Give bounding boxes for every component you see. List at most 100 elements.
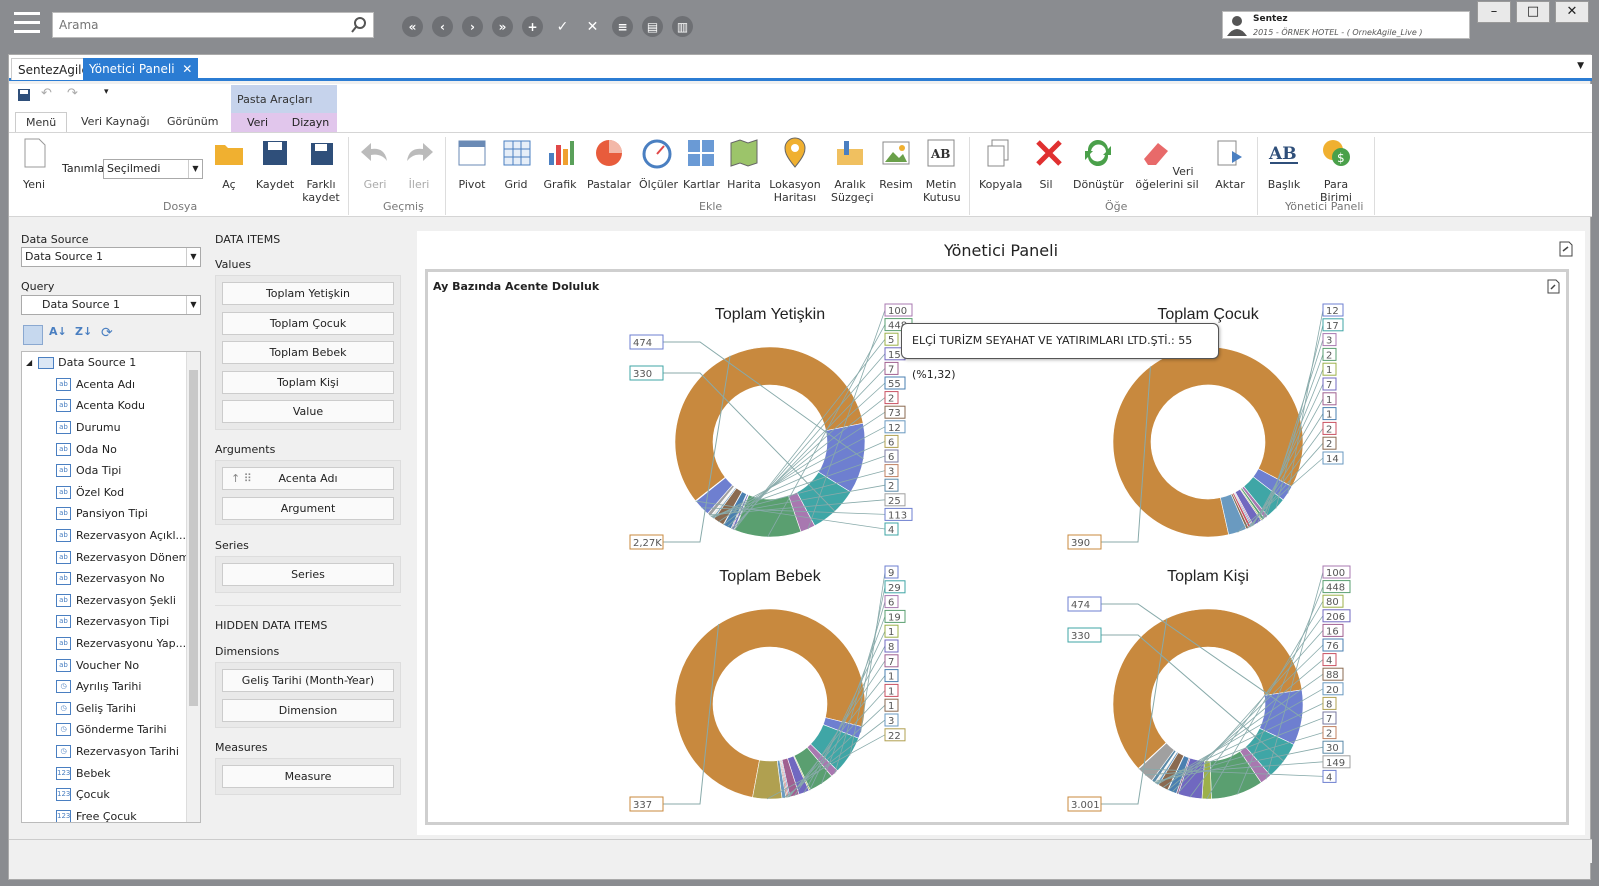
- field-item[interactable]: ab Acenta Adı: [22, 374, 200, 396]
- trash-icon[interactable]: ▥: [672, 16, 693, 37]
- field-item[interactable]: ab Durumu: [22, 417, 200, 439]
- field-item[interactable]: ab Pansiyon Tipi: [22, 503, 200, 525]
- refresh-icon[interactable]: ⟳: [101, 325, 121, 345]
- query-select[interactable]: Data Source 1 ▼: [21, 295, 201, 315]
- tab-veri[interactable]: Veri: [231, 113, 284, 133]
- maximize-icon[interactable]: □: [1516, 1, 1550, 23]
- field-item[interactable]: ab Rezervasyon Şekli: [22, 590, 200, 612]
- field-item[interactable]: 123 Çocuk: [22, 784, 200, 806]
- field-item[interactable]: ◷ Gönderme Tarihi: [22, 719, 200, 741]
- title-button[interactable]: AB Başlık: [1267, 137, 1301, 191]
- data-item-button[interactable]: Series: [222, 563, 394, 586]
- print-icon[interactable]: ▤: [642, 16, 663, 37]
- list-icon[interactable]: ≡: [612, 16, 633, 37]
- field-item[interactable]: ab Oda No: [22, 438, 200, 460]
- sort-icon[interactable]: ↑ ⠿: [231, 468, 252, 489]
- cancel-icon[interactable]: ✕: [582, 16, 603, 37]
- field-item[interactable]: ab Özel Kod: [22, 482, 200, 504]
- tab-dizayn[interactable]: Dizayn: [284, 113, 337, 133]
- data-item-button[interactable]: Toplam Çocuk: [222, 311, 394, 335]
- search-input[interactable]: [53, 13, 333, 37]
- field-item[interactable]: 123 Free Çocuk: [22, 805, 200, 822]
- range-filter-button[interactable]: Aralık Süzgeçi: [831, 137, 874, 204]
- export-icon[interactable]: [1559, 241, 1573, 257]
- add-record-icon[interactable]: +: [522, 16, 543, 37]
- clear-data-items-button[interactable]: Veri öğelerini sil: [1129, 137, 1205, 191]
- minimize-icon[interactable]: –: [1477, 1, 1511, 23]
- scroll-thumb[interactable]: [189, 370, 198, 706]
- map-button[interactable]: Harita: [727, 137, 761, 191]
- previous-record-icon[interactable]: ‹: [432, 16, 453, 37]
- forward-button[interactable]: İleri: [401, 137, 437, 191]
- open-button[interactable]: Aç: [213, 137, 245, 191]
- search-box[interactable]: [52, 12, 374, 38]
- user-info[interactable]: Sentez 2015 - ÖRNEK HOTEL - ( OrnekAgile…: [1222, 11, 1470, 39]
- confirm-icon[interactable]: ✓: [552, 16, 573, 37]
- image-button[interactable]: Resim: [879, 137, 913, 191]
- data-source-select[interactable]: Data Source 1 ▼: [21, 247, 201, 267]
- quick-save-icon[interactable]: [17, 88, 31, 102]
- data-item-button[interactable]: Toplam Kişi: [222, 370, 394, 394]
- field-item[interactable]: ab Rezervasyonu Yap...: [22, 633, 200, 655]
- undo-icon[interactable]: ↶: [41, 86, 52, 101]
- textbox-button[interactable]: AB Metin Kutusu: [923, 137, 961, 204]
- field-item[interactable]: ab Voucher No: [22, 654, 200, 676]
- data-item-button[interactable]: Measure: [222, 765, 394, 788]
- data-item-button[interactable]: Geliş Tarihi (Month-Year): [222, 669, 394, 692]
- save-as-button[interactable]: Farklı kaydet: [301, 137, 341, 204]
- quick-access-dropdown-icon[interactable]: ▾: [104, 87, 109, 97]
- grid-icon: [503, 140, 531, 166]
- tab-menu[interactable]: Menü: [15, 112, 68, 132]
- data-item-button[interactable]: Toplam Yetişkin: [222, 282, 394, 305]
- pivot-button[interactable]: Pivot: [455, 137, 489, 191]
- chart-button[interactable]: Grafik: [543, 137, 577, 191]
- grid-button[interactable]: Grid: [501, 137, 531, 191]
- delete-button[interactable]: Sil: [1033, 137, 1062, 191]
- field-item[interactable]: ab Rezervasyon Açıkl...: [22, 525, 200, 547]
- data-item-button[interactable]: ↑ ⠿ Acenta Adı: [222, 467, 394, 490]
- redo-icon[interactable]: ↷: [67, 86, 78, 101]
- field-item[interactable]: ◷ Ayrılış Tarihi: [22, 676, 200, 698]
- new-button[interactable]: Yeni: [19, 137, 49, 191]
- tab-gorunum[interactable]: Görünüm: [167, 112, 218, 132]
- hamburger-menu-icon[interactable]: [14, 12, 40, 34]
- gauges-button[interactable]: Ölçüler: [639, 137, 678, 191]
- save-button[interactable]: Kaydet: [255, 137, 295, 191]
- data-item-button[interactable]: Dimension: [222, 698, 394, 722]
- tab-veri-kaynagi[interactable]: Veri Kaynağı: [81, 112, 150, 132]
- sort-za-icon[interactable]: Z↓: [75, 325, 95, 345]
- tree-scrollbar[interactable]: [186, 352, 200, 822]
- last-record-icon[interactable]: »: [492, 16, 513, 37]
- tree-root[interactable]: ◢ Data Source 1: [22, 352, 200, 374]
- data-item-button[interactable]: Toplam Bebek: [222, 341, 394, 364]
- sort-az-icon[interactable]: A↓: [49, 325, 69, 345]
- data-item-button[interactable]: Value: [222, 400, 394, 423]
- close-window-icon[interactable]: ✕: [1555, 1, 1589, 23]
- group-fields-icon[interactable]: [23, 325, 43, 345]
- location-map-button[interactable]: Lokasyon Haritası: [769, 137, 821, 204]
- currency-button[interactable]: $ Para Birimi: [1309, 137, 1363, 204]
- next-record-icon[interactable]: ›: [462, 16, 483, 37]
- field-item[interactable]: 123 Bebek: [22, 762, 200, 784]
- field-item[interactable]: ab Oda Tipi: [22, 460, 200, 482]
- field-item[interactable]: ab Rezervasyon Tipi: [22, 611, 200, 633]
- transfer-button[interactable]: Aktar: [1213, 137, 1247, 191]
- copy-button[interactable]: Kopyala: [979, 137, 1022, 191]
- pies-button[interactable]: Pastalar: [587, 137, 631, 191]
- field-item[interactable]: ◷ Geliş Tarihi: [22, 698, 200, 720]
- search-icon[interactable]: [351, 17, 367, 33]
- back-button[interactable]: Geri: [357, 137, 393, 191]
- expand-icon[interactable]: ◢: [26, 358, 32, 367]
- cards-button[interactable]: Kartlar: [683, 137, 720, 191]
- field-item[interactable]: ab Rezervasyon No: [22, 568, 200, 590]
- field-item[interactable]: ab Rezervasyon Dönemi: [22, 546, 200, 568]
- field-item[interactable]: ab Acenta Kodu: [22, 395, 200, 417]
- definitions-select[interactable]: Seçilmedi ▼: [103, 159, 203, 179]
- convert-button[interactable]: Dönüştür: [1073, 137, 1124, 191]
- data-item-button[interactable]: Argument: [222, 496, 394, 520]
- close-tab-icon[interactable]: ✕: [182, 62, 192, 76]
- tab-dropdown-icon[interactable]: ▼: [1577, 61, 1584, 71]
- first-record-icon[interactable]: «: [402, 16, 423, 37]
- tab-yonetici-paneli[interactable]: Yönetici Paneli ✕: [83, 58, 199, 80]
- field-item[interactable]: ◷ Rezervasyon Tarihi: [22, 741, 200, 763]
